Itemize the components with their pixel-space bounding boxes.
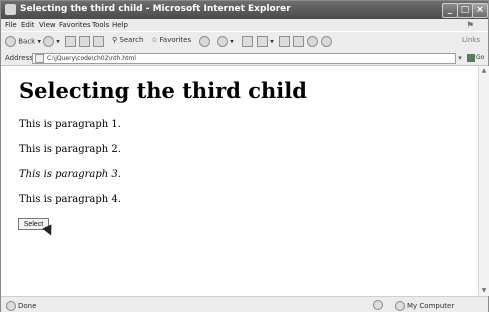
stop-icon bbox=[65, 36, 76, 47]
minimize-button[interactable]: _ bbox=[442, 3, 458, 18]
refresh-button[interactable] bbox=[79, 36, 90, 47]
maximize-button[interactable]: □ bbox=[457, 3, 473, 18]
menu-favorites[interactable]: Favorites bbox=[59, 21, 91, 29]
mail-button[interactable] bbox=[242, 36, 253, 47]
discuss-icon bbox=[293, 36, 304, 47]
mail-icon bbox=[242, 36, 253, 47]
print-button[interactable]: ▾ bbox=[257, 36, 274, 47]
address-value: C:\jQuery\code\ch02\nth.html bbox=[47, 55, 136, 62]
paragraph-4: This is paragraph 4. bbox=[19, 194, 121, 205]
history-button[interactable]: ▾ bbox=[217, 36, 234, 47]
address-field[interactable]: C:\jQuery\code\ch02\nth.html bbox=[32, 53, 456, 64]
favorites-label: Favorites bbox=[159, 36, 192, 44]
page-content: Selecting the third child This is paragr… bbox=[1, 66, 478, 296]
zone-label: My Computer bbox=[407, 302, 455, 310]
paragraph-2: This is paragraph 2. bbox=[19, 144, 121, 155]
title-bar: Selecting the third child - Microsoft In… bbox=[1, 1, 488, 19]
page-heading: Selecting the third child bbox=[19, 78, 307, 103]
scroll-down-arrow-icon[interactable]: ▼ bbox=[479, 286, 489, 296]
menu-view[interactable]: View bbox=[39, 21, 56, 29]
page-icon bbox=[35, 54, 44, 63]
refresh-icon bbox=[79, 36, 90, 47]
forward-arrow-icon bbox=[43, 36, 54, 47]
go-arrow-icon bbox=[467, 53, 475, 62]
close-button[interactable]: × bbox=[472, 3, 488, 18]
security-icon bbox=[373, 300, 383, 310]
paragraph-1: This is paragraph 1. bbox=[19, 119, 121, 130]
media-icon bbox=[199, 36, 210, 47]
back-label: Back bbox=[18, 37, 36, 46]
research-icon bbox=[321, 36, 332, 47]
zone-indicator: My Computer bbox=[395, 301, 454, 311]
back-arrow-icon bbox=[5, 36, 16, 47]
go-button[interactable]: Go bbox=[467, 53, 486, 63]
status-done: Done bbox=[18, 302, 37, 310]
home-button[interactable] bbox=[93, 36, 104, 47]
menu-file[interactable]: File bbox=[5, 21, 17, 29]
media-button[interactable] bbox=[199, 36, 210, 47]
print-icon bbox=[257, 36, 268, 47]
edit-button[interactable] bbox=[279, 36, 290, 47]
window-title: Selecting the third child - Microsoft In… bbox=[20, 4, 291, 14]
back-button[interactable]: Back ▾ bbox=[5, 36, 41, 47]
research-button[interactable] bbox=[321, 36, 332, 47]
links-button[interactable]: Links bbox=[462, 36, 480, 44]
status-bar: Done My Computer bbox=[1, 296, 488, 312]
mouse-cursor-icon bbox=[42, 224, 56, 238]
address-label: Address bbox=[5, 54, 33, 62]
browser-window: Selecting the third child - Microsoft In… bbox=[0, 0, 489, 312]
favorites-star-icon: ☆ bbox=[151, 36, 158, 44]
standard-toolbar: Back ▾ ▾ ⚲ Search ☆ Favorites ▾ ▾ Links bbox=[1, 31, 488, 52]
paragraph-3: This is paragraph 3. bbox=[19, 169, 121, 180]
favorites-button[interactable]: ☆ Favorites bbox=[151, 36, 191, 44]
windows-flag-icon: ⚑ bbox=[466, 21, 475, 31]
search-button[interactable]: ⚲ Search bbox=[112, 36, 143, 44]
forward-button[interactable]: ▾ bbox=[43, 36, 60, 47]
messenger-button[interactable] bbox=[307, 36, 318, 47]
ie-logo-icon bbox=[5, 4, 16, 15]
page-status-icon bbox=[6, 301, 16, 311]
search-label: Search bbox=[119, 36, 144, 44]
history-icon bbox=[217, 36, 228, 47]
address-bar: Address C:\jQuery\code\ch02\nth.html ▾ G… bbox=[1, 51, 488, 66]
edit-icon bbox=[279, 36, 290, 47]
menu-edit[interactable]: Edit bbox=[21, 21, 35, 29]
menu-bar: File Edit View Favorites Tools Help ⚑ bbox=[1, 19, 488, 31]
scroll-up-arrow-icon[interactable]: ▲ bbox=[479, 66, 489, 76]
home-icon bbox=[93, 36, 104, 47]
status-text: Done bbox=[6, 301, 36, 311]
stop-button[interactable] bbox=[65, 36, 76, 47]
address-dropdown[interactable]: ▾ bbox=[455, 53, 465, 63]
search-icon: ⚲ bbox=[112, 36, 118, 44]
computer-icon bbox=[395, 301, 405, 311]
go-label: Go bbox=[476, 54, 485, 61]
menu-help[interactable]: Help bbox=[112, 21, 128, 29]
discuss-button[interactable] bbox=[293, 36, 304, 47]
vertical-scrollbar[interactable]: ▲ ▼ bbox=[478, 66, 489, 296]
messenger-icon bbox=[307, 36, 318, 47]
menu-tools[interactable]: Tools bbox=[92, 21, 109, 29]
